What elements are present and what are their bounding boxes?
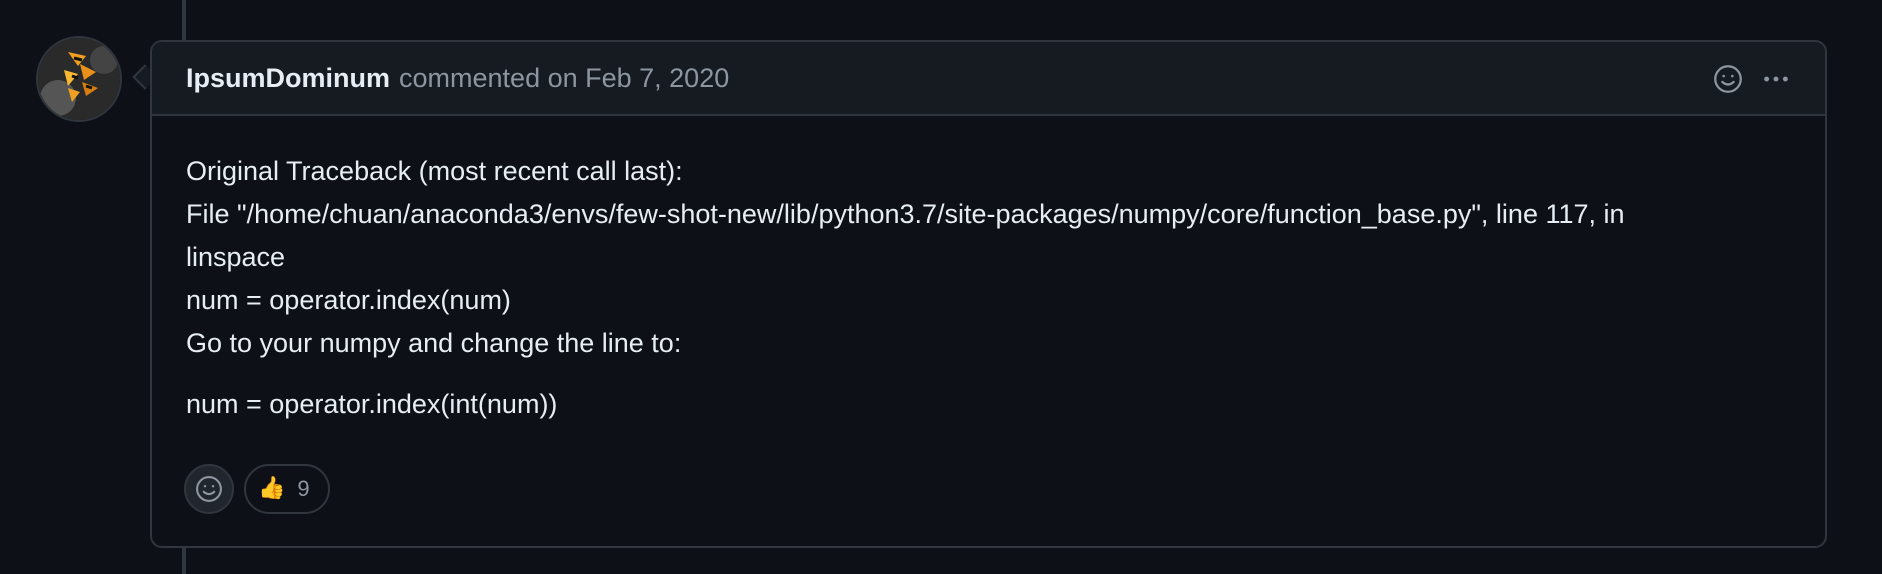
comment-line: Go to your numpy and change the line to: [186,328,682,358]
comment-line: num = operator.index(num) [186,285,511,315]
avatar-image [38,38,120,120]
reaction-count: 9 [297,476,310,501]
reaction-thumbs-up[interactable]: 👍 9 [244,464,330,514]
more-icon[interactable] [1761,64,1791,94]
comment-code-line: num = operator.index(int(num)) [186,389,558,419]
comment-header-actions [1713,42,1791,116]
avatar[interactable] [38,38,120,120]
smiley-icon[interactable] [1713,64,1743,94]
comment-box: IpsumDominum commented on Feb 7, 2020 Or… [150,40,1827,548]
comment-body: Original Traceback (most recent call las… [152,116,1825,426]
comment-author[interactable]: IpsumDominum [186,63,390,94]
comment-line: linspace [186,242,286,272]
comment-timestamp[interactable]: commented on Feb 7, 2020 [399,63,729,94]
comment-header: IpsumDominum commented on Feb 7, 2020 [152,42,1825,116]
add-reaction-button[interactable] [184,464,234,514]
comment-line: Original Traceback (most recent call las… [186,156,683,186]
thumbs-up-icon: 👍 [258,476,286,501]
reactions-bar: 👍 9 [184,464,330,514]
smiley-icon [196,476,222,502]
comment-line: File "/home/chuan/anaconda3/envs/few-sho… [186,199,1625,229]
